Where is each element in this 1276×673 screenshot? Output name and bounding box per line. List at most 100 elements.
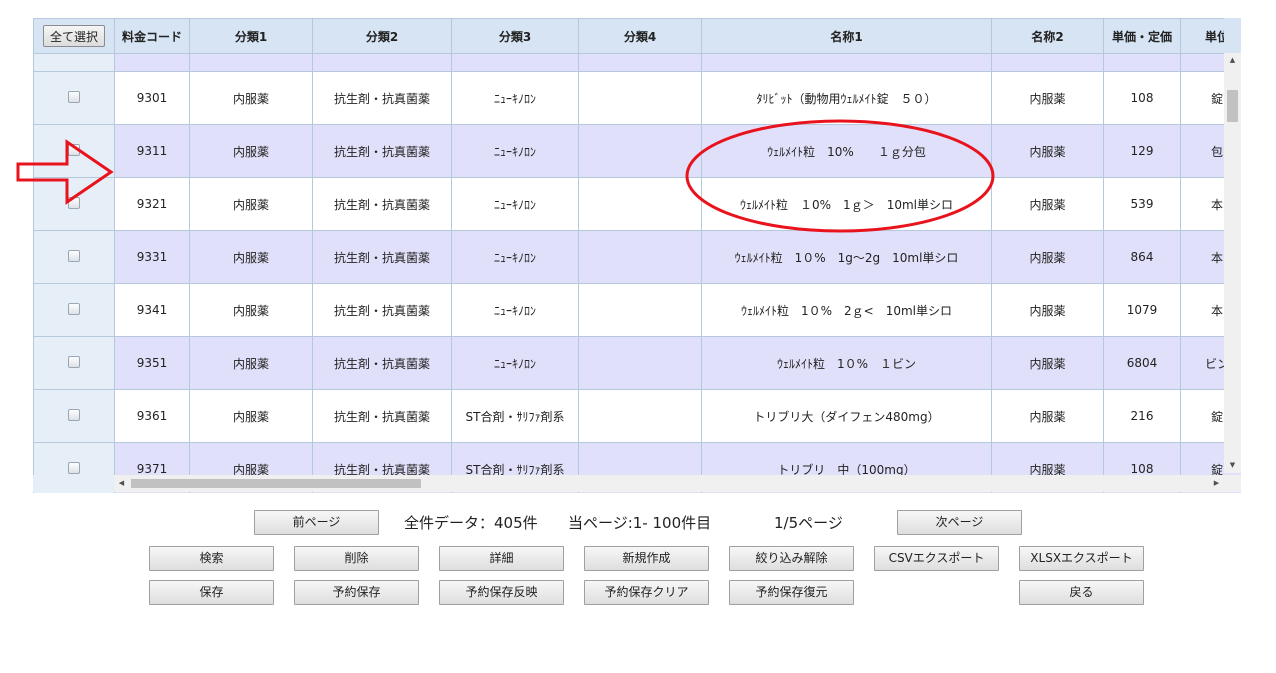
- cell-category2: 抗生剤・抗真菌薬: [312, 177, 452, 231]
- row-checkbox[interactable]: [68, 461, 80, 474]
- checkbox-column-footer: [33, 475, 114, 492]
- scroll-up-arrow-icon[interactable]: ▲: [1224, 53, 1241, 68]
- row-checkbox[interactable]: [68, 355, 80, 368]
- row-checkbox[interactable]: [68, 249, 80, 262]
- cell-name2: 内服薬: [991, 283, 1104, 337]
- cell-category3: ﾆｭｰｷﾉﾛﾝ: [451, 71, 579, 125]
- cell-code: 9351: [114, 336, 190, 390]
- current-range-text: 当ページ:1- 100件目: [568, 514, 712, 532]
- csv-export-button[interactable]: CSVエクスポート: [874, 546, 999, 571]
- cell-name1: ｳｪﾙﾒｲﾄ粒 1０% 1g～2g 10ml単シロ: [701, 230, 992, 284]
- scrollbar-corner: [1224, 475, 1241, 492]
- cell-category2: 抗生剤・抗真菌薬: [312, 230, 452, 284]
- column-header-category2[interactable]: 分類2: [312, 18, 452, 54]
- cell-category1: 内服薬: [189, 124, 313, 178]
- table-row[interactable]: 9341 内服薬 抗生剤・抗真菌薬 ﾆｭｰｷﾉﾛﾝ ｳｪﾙﾒｲﾄ粒 1０% 2ｇ…: [33, 283, 1241, 337]
- data-grid: 全て選択 料金コード 分類1 分類2 分類3 分類4 名称1 名称2 単価・定価…: [33, 18, 1241, 493]
- cell-name1: ﾀﾘﾋﾞｯﾄ（動物用ｳｪﾙﾒｲﾄ錠 ５０）: [701, 71, 992, 125]
- column-header-code[interactable]: 料金コード: [114, 18, 190, 54]
- cell-name2: 内服薬: [991, 389, 1104, 443]
- cell-name2: 内服薬: [991, 177, 1104, 231]
- cell-price: 864: [1103, 230, 1181, 284]
- cell-name2: 内服薬: [991, 230, 1104, 284]
- cell-code: 9321: [114, 177, 190, 231]
- cell-category3: ST合剤・ｻﾘﾌｧ剤系: [451, 389, 579, 443]
- scroll-left-arrow-icon[interactable]: ◀: [114, 475, 129, 492]
- clear-filter-button[interactable]: 絞り込み解除: [729, 546, 854, 571]
- save-button[interactable]: 保存: [149, 580, 274, 605]
- cell-category4: [578, 336, 702, 390]
- create-button[interactable]: 新規作成: [584, 546, 709, 571]
- row-checkbox[interactable]: [68, 90, 80, 103]
- table-row[interactable]: 9311 内服薬 抗生剤・抗真菌薬 ﾆｭｰｷﾉﾛﾝ ｳｪﾙﾒｲﾄ粒 10% １ｇ…: [33, 124, 1241, 178]
- reserve-clear-button[interactable]: 予約保存クリア: [584, 580, 709, 605]
- column-header-category3[interactable]: 分類3: [451, 18, 579, 54]
- cell-category3: ﾆｭｰｷﾉﾛﾝ: [451, 230, 579, 284]
- horizontal-scrollbar[interactable]: ◀ ▶: [114, 475, 1224, 492]
- delete-button[interactable]: 削除: [294, 546, 419, 571]
- cell-name1: トリブリ大（ダイフェン480mg）: [701, 389, 992, 443]
- reserve-apply-button[interactable]: 予約保存反映: [439, 580, 564, 605]
- column-header-price[interactable]: 単価・定価: [1103, 18, 1181, 54]
- scrollbar-header-corner: [1224, 18, 1241, 53]
- cell-name1: ｳｪﾙﾒｲﾄ粒 1０% １ビン: [701, 336, 992, 390]
- row-checkbox[interactable]: [68, 408, 80, 421]
- table-row[interactable]: 9351 内服薬 抗生剤・抗真菌薬 ﾆｭｰｷﾉﾛﾝ ｳｪﾙﾒｲﾄ粒 1０% １ビ…: [33, 336, 1241, 390]
- cell-category3: ﾆｭｰｷﾉﾛﾝ: [451, 336, 579, 390]
- cell-code: 9341: [114, 283, 190, 337]
- cell-price: 6804: [1103, 336, 1181, 390]
- cell-code: 9301: [114, 71, 190, 125]
- prev-page-button[interactable]: 前ページ: [254, 510, 379, 535]
- xlsx-export-button[interactable]: XLSXエクスポート: [1019, 546, 1144, 571]
- cell-category3: ﾆｭｰｷﾉﾛﾝ: [451, 124, 579, 178]
- horizontal-scroll-thumb[interactable]: [131, 479, 421, 488]
- select-all-cell: 全て選択: [33, 18, 115, 54]
- total-count-text: 全件データ：405件: [404, 514, 538, 532]
- cell-code: 9361: [114, 389, 190, 443]
- row-checkbox[interactable]: [68, 302, 80, 315]
- cell-category1: 内服薬: [189, 336, 313, 390]
- cell-category1: 内服薬: [189, 71, 313, 125]
- vertical-scrollbar[interactable]: ▲ ▼: [1224, 53, 1241, 473]
- cell-category4: [578, 124, 702, 178]
- cell-category4: [578, 177, 702, 231]
- select-all-button[interactable]: 全て選択: [42, 25, 105, 47]
- scroll-right-arrow-icon[interactable]: ▶: [1209, 475, 1224, 492]
- row-checkbox[interactable]: [68, 143, 80, 156]
- next-page-button[interactable]: 次ページ: [897, 510, 1022, 535]
- cell-category2: 抗生剤・抗真菌薬: [312, 389, 452, 443]
- column-header-name1[interactable]: 名称1: [701, 18, 992, 54]
- cell-name1: ｳｪﾙﾒｲﾄ粒 １0% 1ｇ＞ 10ml単シロ: [701, 177, 992, 231]
- vertical-scroll-thumb[interactable]: [1227, 90, 1238, 122]
- column-header-category1[interactable]: 分類1: [189, 18, 313, 54]
- scroll-down-arrow-icon[interactable]: ▼: [1224, 458, 1241, 473]
- cell-category4: [578, 230, 702, 284]
- row-checkbox[interactable]: [68, 196, 80, 209]
- reserve-save-button[interactable]: 予約保存: [294, 580, 419, 605]
- cell-name2: 内服薬: [991, 336, 1104, 390]
- cell-category2: 抗生剤・抗真菌薬: [312, 336, 452, 390]
- cell-price: 108: [1103, 71, 1181, 125]
- cell-price: 216: [1103, 389, 1181, 443]
- table-row[interactable]: 9331 内服薬 抗生剤・抗真菌薬 ﾆｭｰｷﾉﾛﾝ ｳｪﾙﾒｲﾄ粒 1０% 1g…: [33, 230, 1241, 284]
- cell-price: 539: [1103, 177, 1181, 231]
- column-header-category4[interactable]: 分類4: [578, 18, 702, 54]
- cell-name1: ｳｪﾙﾒｲﾄ粒 10% １ｇ分包: [701, 124, 992, 178]
- reserve-restore-button[interactable]: 予約保存復元: [729, 580, 854, 605]
- cell-category3: ﾆｭｰｷﾉﾛﾝ: [451, 283, 579, 337]
- cell-category3: ﾆｭｰｷﾉﾛﾝ: [451, 177, 579, 231]
- detail-button[interactable]: 詳細: [439, 546, 564, 571]
- back-button[interactable]: 戻る: [1019, 580, 1144, 605]
- table-row[interactable]: 9321 内服薬 抗生剤・抗真菌薬 ﾆｭｰｷﾉﾛﾝ ｳｪﾙﾒｲﾄ粒 １0% 1ｇ…: [33, 177, 1241, 231]
- table-row[interactable]: 9361 内服薬 抗生剤・抗真菌薬 ST合剤・ｻﾘﾌｧ剤系 トリブリ大（ダイフェ…: [33, 389, 1241, 443]
- cell-code: 9331: [114, 230, 190, 284]
- search-button[interactable]: 検索: [149, 546, 274, 571]
- cell-name2: 内服薬: [991, 71, 1104, 125]
- cell-price: 1079: [1103, 283, 1181, 337]
- table-row[interactable]: 9301 内服薬 抗生剤・抗真菌薬 ﾆｭｰｷﾉﾛﾝ ﾀﾘﾋﾞｯﾄ（動物用ｳｪﾙﾒ…: [33, 71, 1241, 125]
- cell-price: 129: [1103, 124, 1181, 178]
- column-header-name2[interactable]: 名称2: [991, 18, 1104, 54]
- cell-category1: 内服薬: [189, 283, 313, 337]
- cell-code: 9311: [114, 124, 190, 178]
- cell-category4: [578, 71, 702, 125]
